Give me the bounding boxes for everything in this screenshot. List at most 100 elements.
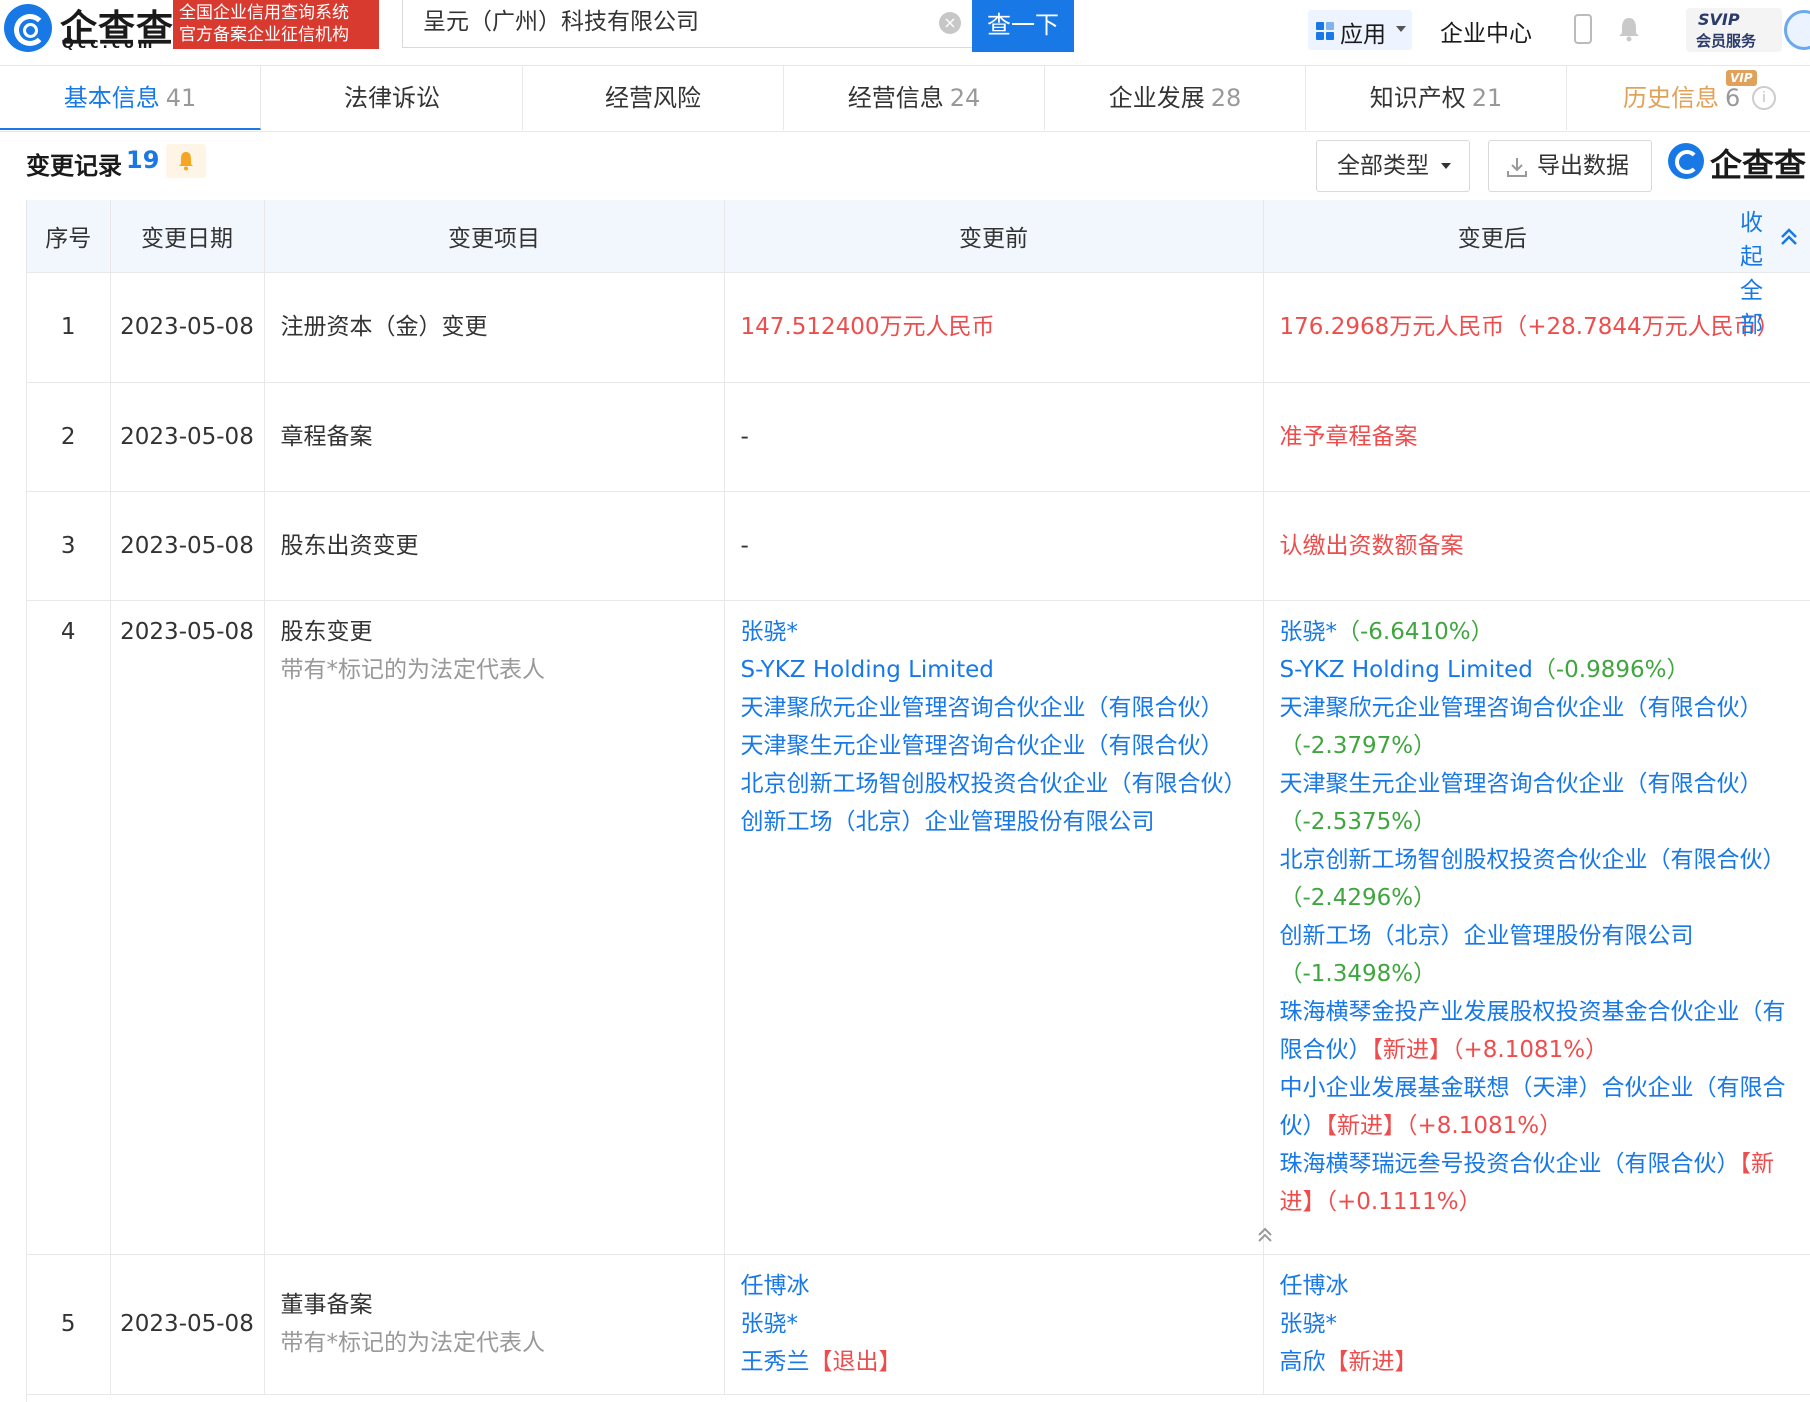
tab-legal[interactable]: 法律诉讼 <box>262 66 523 130</box>
official-badge: 全国企业信用查询系统 官方备案企业征信机构 <box>173 0 379 49</box>
tab-count: 28 <box>1210 84 1242 112</box>
after-value: 176.2968万元人民币（+28.7844万元人民币） <box>1279 314 1780 340</box>
top-header: 企查查 Qcc.com 全国企业信用查询系统 官方备案企业征信机构 × 查一下 … <box>0 0 1810 66</box>
exit-tag: 【退出】 <box>809 1349 902 1375</box>
collapse-all-button[interactable]: 收起全部 <box>1716 200 1810 338</box>
director-link[interactable]: 王秀兰 <box>741 1349 810 1375</box>
director-entry: 任博冰 <box>1280 1267 1795 1305</box>
shareholder-link[interactable]: S-YKZ Holding Limited <box>741 651 1247 689</box>
clear-icon[interactable]: × <box>939 12 961 34</box>
table-row: 2 2023-05-08 章程备案 - 准予章程备案 <box>27 382 1810 492</box>
shareholder-link[interactable]: 天津聚生元企业管理咨询合伙企业（有限合伙） <box>1280 771 1763 797</box>
director-link[interactable]: 高欣 <box>1280 1349 1326 1375</box>
shareholder-change: S-YKZ Holding Limited（-0.9896%） <box>1280 651 1795 689</box>
row-date: 2023-05-08 <box>110 382 265 492</box>
svip-subtitle: 会员服务 <box>1696 32 1757 50</box>
qcc-watermark-logo: 企查查 <box>1668 140 1810 184</box>
tab-label: 历史信息 <box>1623 84 1719 112</box>
table-row: 1 2023-05-08 注册资本（金）变更 147.512400万元人民币 1… <box>27 272 1810 383</box>
section-title: 变更记录 <box>26 152 122 180</box>
logo-icon <box>4 4 52 52</box>
director-link[interactable]: 任博冰 <box>1280 1273 1349 1299</box>
chevron-up-double-icon[interactable] <box>1254 1224 1276 1246</box>
export-button[interactable]: 导出数据 <box>1488 140 1652 192</box>
tab-ip[interactable]: 知识产权 21 <box>1306 66 1567 130</box>
tab-development[interactable]: 企业发展 28 <box>1045 66 1306 130</box>
bell-icon[interactable] <box>1616 16 1642 42</box>
shareholder-link[interactable]: 珠海横琴瑞远叁号投资合伙企业（有限合伙） <box>1280 1151 1740 1177</box>
shareholder-link[interactable]: 天津聚欣元企业管理咨询合伙企业（有限合伙） <box>1280 695 1763 721</box>
director-link[interactable]: 任博冰 <box>741 1273 810 1299</box>
shareholder-delta: （-1.3498%） <box>1279 960 1437 987</box>
shareholder-change: 张骁*（-6.6410%） <box>1280 613 1795 651</box>
tab-business-risk[interactable]: 经营风险 <box>523 66 784 130</box>
director-link[interactable]: 张骁* <box>741 1311 799 1337</box>
row-date: 2023-05-08 <box>110 272 265 383</box>
shareholder-link[interactable]: 天津聚欣元企业管理咨询合伙企业（有限合伙） <box>741 689 1247 727</box>
shareholder-link[interactable]: 张骁* <box>1280 619 1338 645</box>
enterprise-center-link[interactable]: 企业中心 <box>1440 14 1532 48</box>
shareholder-link[interactable]: 张骁* <box>741 613 1247 651</box>
phone-icon[interactable] <box>1574 14 1592 44</box>
col-header-before: 变更前 <box>724 200 1264 273</box>
search-input[interactable] <box>423 6 923 32</box>
svip-button[interactable]: SVIP 会员服务 <box>1686 8 1782 52</box>
qcc-watermark-text: 企查查 <box>1710 146 1807 184</box>
shareholder-link[interactable]: 创新工场（北京）企业管理股份有限公司 <box>1280 923 1694 949</box>
search-button[interactable]: 查一下 <box>972 0 1074 52</box>
avatar[interactable] <box>1784 10 1810 50</box>
tab-label: 知识产权 <box>1369 84 1466 112</box>
tab-label: 经营信息 <box>847 84 944 112</box>
tab-label: 经营风险 <box>605 84 701 112</box>
new-entry-tag: 【新进】 <box>1325 1349 1418 1375</box>
before-value: - <box>740 423 749 450</box>
subscribe-bell[interactable] <box>166 144 206 178</box>
shareholder-link[interactable]: 北京创新工场智创股权投资合伙企业（有限合伙） <box>741 765 1247 803</box>
shareholder-delta: （-2.4296%） <box>1279 884 1437 911</box>
shareholder-link[interactable]: 天津聚生元企业管理咨询合伙企业（有限合伙） <box>741 727 1247 765</box>
tab-basic-info[interactable]: 基本信息 41 <box>0 66 261 130</box>
new-entry-tag: 【新进】 <box>1371 1036 1453 1063</box>
shareholder-delta: （+8.1081%） <box>1406 1112 1563 1139</box>
tab-count: 41 <box>165 84 197 112</box>
download-icon <box>1507 158 1527 177</box>
row-item-label: 股东出资变更 <box>280 532 419 559</box>
row-index: 4 <box>27 600 111 1255</box>
row-index: 5 <box>27 1254 111 1395</box>
shareholder-change: 珠海横琴瑞远叁号投资合伙企业（有限合伙）【新进】（+0.1111%） <box>1280 1145 1795 1221</box>
row-item-note: 带有*标记的为法定代表人 <box>280 656 546 683</box>
after-value: 认缴出资数额备案 <box>1279 532 1464 559</box>
apps-icon <box>1316 22 1336 42</box>
director-entry: 高欣【新进】 <box>1280 1343 1795 1381</box>
tab-bar: 基本信息 41 法律诉讼 经营风险 经营信息 24 企业发展 28 知识产权 21 历史… <box>0 66 1810 132</box>
row-before: 任博冰 张骁* 王秀兰【退出】 <box>724 1254 1264 1395</box>
shareholder-link[interactable]: 北京创新工场智创股权投资合伙企业（有限合伙） <box>1280 847 1786 873</box>
shareholder-delta: （-2.5375%） <box>1279 808 1437 835</box>
info-icon[interactable]: i <box>1752 86 1776 110</box>
shareholder-change: 天津聚生元企业管理咨询合伙企业（有限合伙） （-2.5375%） <box>1280 765 1795 841</box>
shareholder-link[interactable]: S-YKZ Holding Limited <box>1280 657 1533 683</box>
tab-count: 21 <box>1471 84 1503 112</box>
row-after: 准予章程备案 <box>1263 382 1810 492</box>
shareholder-change: 天津聚欣元企业管理咨询合伙企业（有限合伙） （-2.3797%） <box>1280 689 1795 765</box>
director-entry: 王秀兰【退出】 <box>741 1343 1247 1381</box>
qcc-logo[interactable]: 企查查 Qcc.com <box>0 0 175 58</box>
row-after: 任博冰 张骁* 高欣【新进】 <box>1263 1254 1810 1395</box>
row-item: 注册资本（金）变更 <box>264 272 725 383</box>
director-entry: 张骁* <box>1280 1305 1795 1343</box>
type-filter-select[interactable]: 全部类型 <box>1316 140 1470 192</box>
collapse-all-label: 收起全部 <box>1740 210 1763 338</box>
new-entry-tag: 【新进】 <box>1325 1112 1407 1139</box>
row-item-label: 章程备案 <box>280 423 373 450</box>
row-item-note: 带有*标记的为法定代表人 <box>280 1330 546 1356</box>
shareholder-delta: （-6.6410%） <box>1337 618 1494 645</box>
director-link[interactable]: 张骁* <box>1280 1311 1338 1337</box>
tab-label: 企业发展 <box>1108 84 1205 112</box>
apps-menu-label: 应用 <box>1340 22 1386 48</box>
row-before: - <box>724 491 1264 601</box>
apps-menu[interactable]: 应用 <box>1308 10 1412 50</box>
search-box: × <box>402 0 972 48</box>
shareholder-link[interactable]: 创新工场（北京）企业管理股份有限公司 <box>741 803 1247 841</box>
chevron-down-icon <box>1441 163 1451 169</box>
tab-operation-info[interactable]: 经营信息 24 <box>784 66 1045 130</box>
